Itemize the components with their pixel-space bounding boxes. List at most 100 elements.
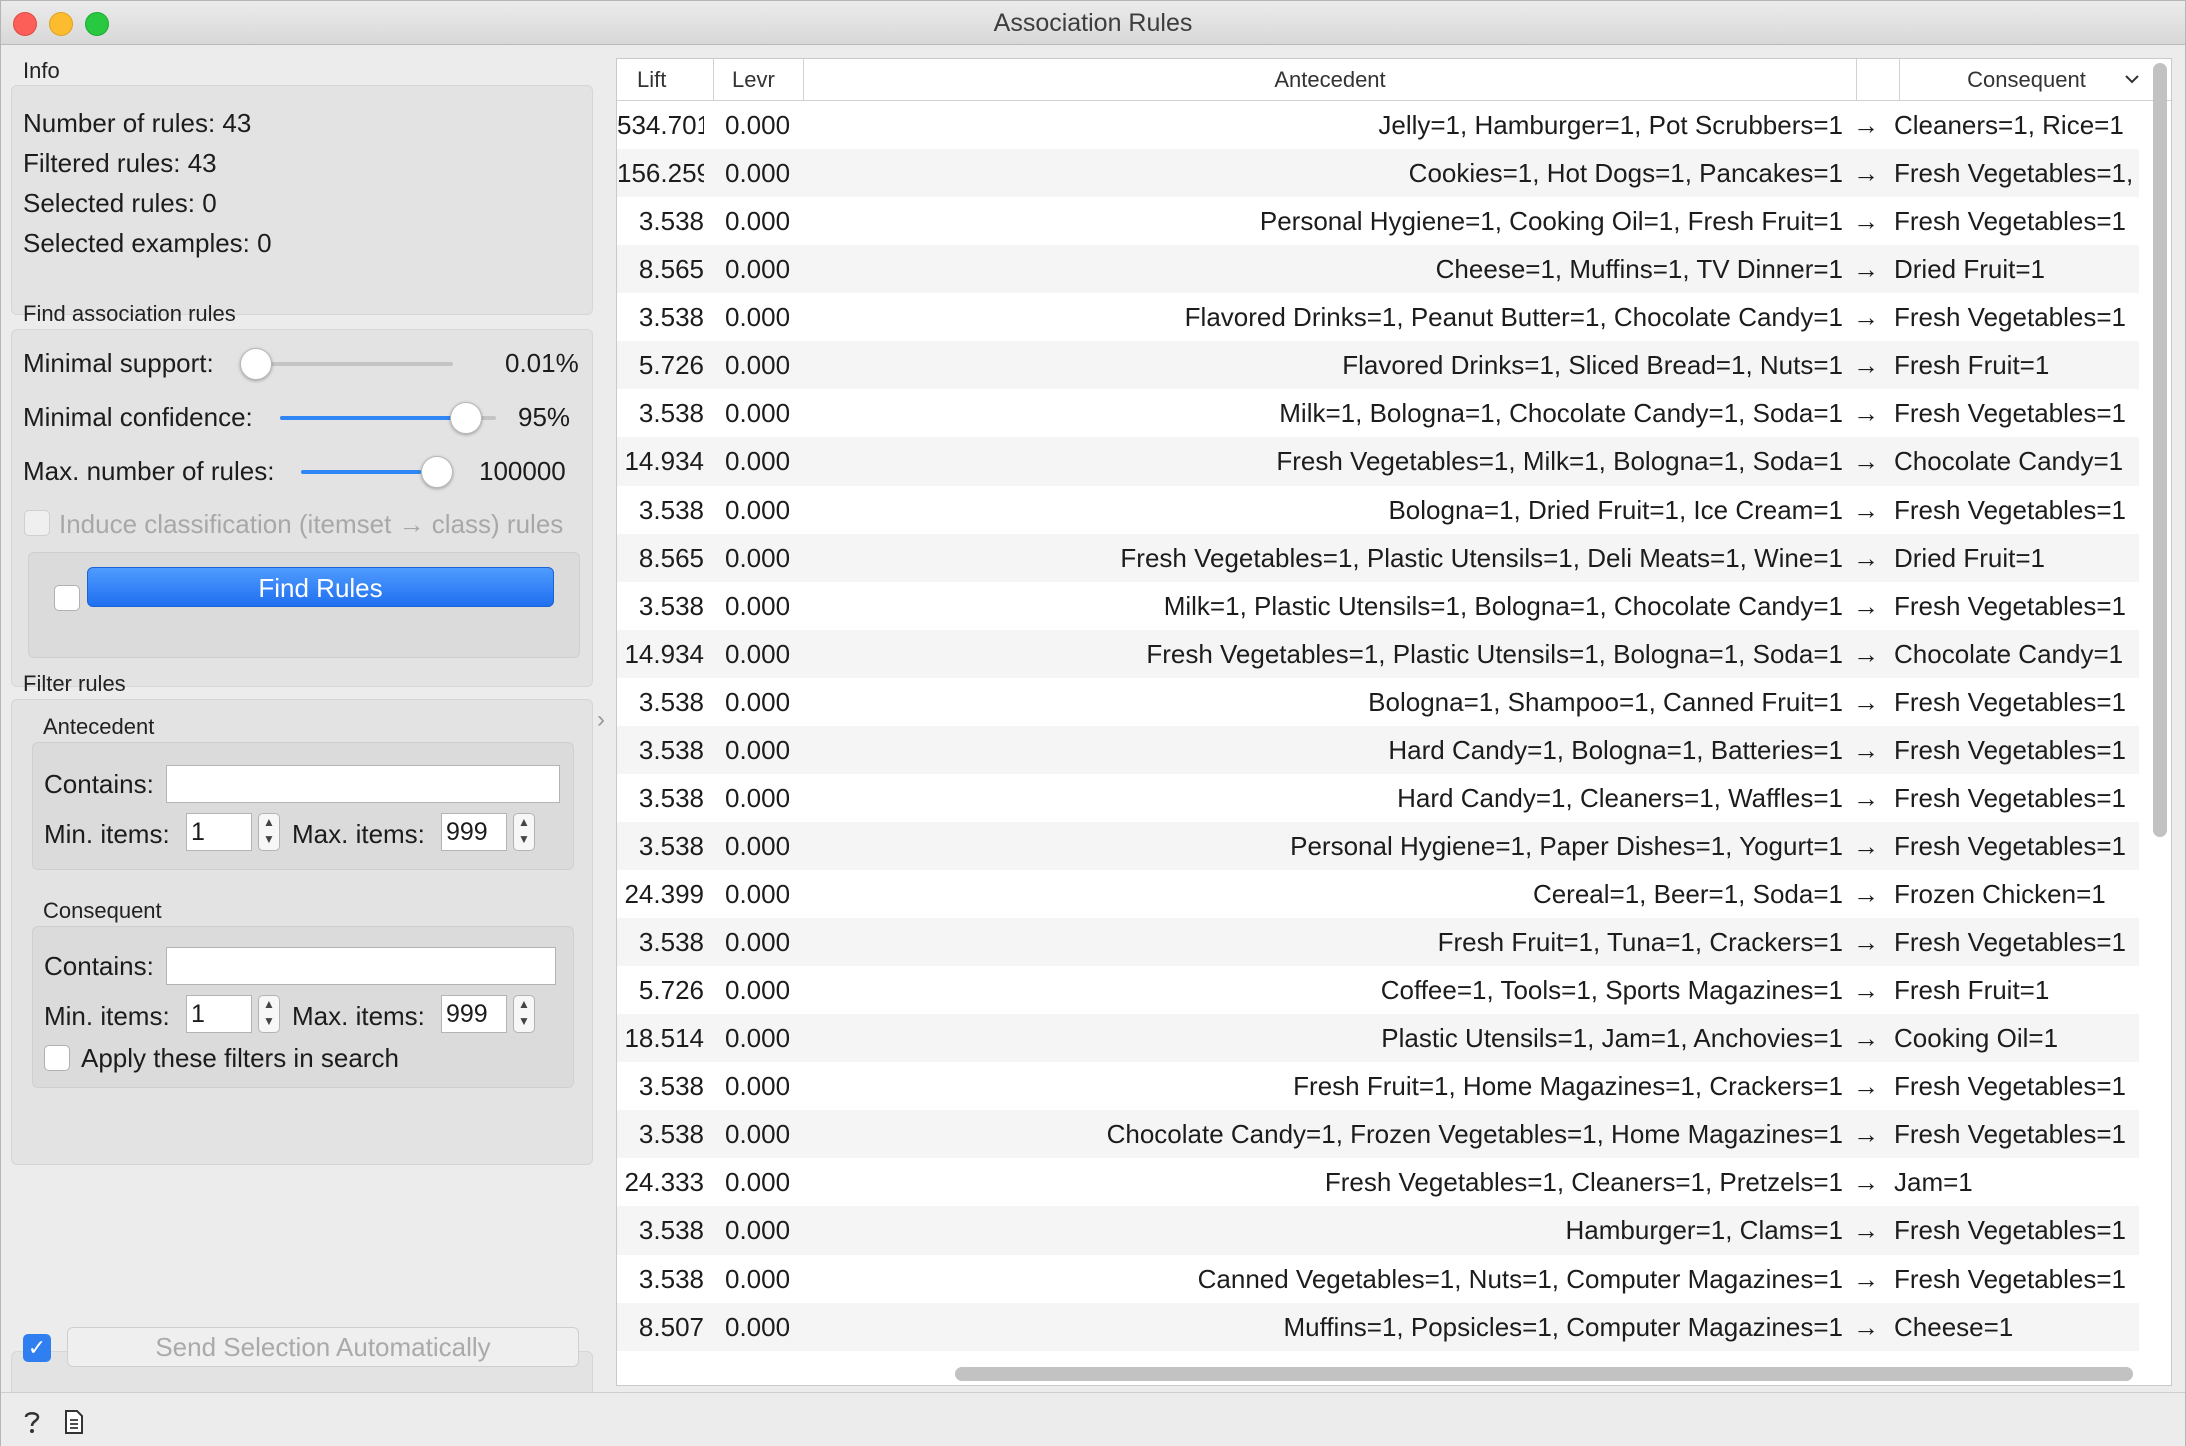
table-row[interactable]: 3.538 0.000 Fresh Fruit=1, Tuna=1, Cracker… <box>617 918 2139 967</box>
antecedent-max-input[interactable]: 999 <box>441 813 507 851</box>
apply-filters-checkbox[interactable] <box>44 1045 70 1071</box>
table-row[interactable]: 3.538 0.000 Bologna=1, Dried Fruit=1, Ice … <box>617 485 2139 534</box>
consequent-min-label: Min. items: <box>44 1001 170 1031</box>
levr-cell: 0.000 <box>725 494 791 525</box>
filtered-rules: Filtered rules: 43 <box>23 148 217 178</box>
lift-cell: 14.934 <box>624 638 704 669</box>
table-row[interactable]: 3.538 0.000 Personal Hygiene=1, Paper Dish… <box>617 821 2139 870</box>
vertical-scrollbar[interactable] <box>2153 63 2167 837</box>
find-rules-header: Find association rules <box>23 301 236 326</box>
table-row[interactable]: 14.934 0.000 Fresh Vegetables=1, Plastic U… <box>617 629 2139 678</box>
lift-cell: 3.538 <box>638 686 704 717</box>
antecedent-cell: Flavored Drinks=1, Sliced Bread=1, Nuts=… <box>1342 350 1843 381</box>
antecedent-contains-input[interactable] <box>166 765 560 803</box>
arrow-right-icon: → <box>1853 206 1879 237</box>
lift-cell: 534.701 <box>617 110 704 140</box>
antecedent-cell: Fresh Vegetables=1, Cleaners=1, Pretzels… <box>1324 1167 1843 1198</box>
levr-cell: 0.000 <box>725 1119 791 1150</box>
table-row[interactable]: 8.565 0.000 Cheese=1, Muffins=1, TV Dinner… <box>617 245 2139 294</box>
induce-classification-label: Induce classification (itemset → class) … <box>59 509 564 539</box>
find-rules-button[interactable]: Find Rules <box>87 567 554 607</box>
table-row[interactable]: 3.538 0.000 Milk=1, Plastic Utensils=1, Bo… <box>617 581 2139 630</box>
table-row[interactable]: 5.726 0.000 Flavored Drinks=1, Sliced Brea… <box>617 341 2139 390</box>
arrow-right-icon: → <box>1853 734 1879 765</box>
lift-cell: 5.726 <box>638 975 704 1006</box>
report-icon[interactable] <box>63 1409 85 1435</box>
table-row[interactable]: 3.538 0.000 Canned Vegetables=1, Nuts=1, C… <box>617 1254 2139 1303</box>
min-support-label: Minimal support: <box>23 348 214 378</box>
antecedent-cell: Bologna=1, Dried Fruit=1, Ice Cream=1 <box>1388 494 1843 525</box>
table-row[interactable]: 3.538 0.000 Milk=1, Bologna=1, Chocolate C… <box>617 389 2139 438</box>
arrow-right-icon: → <box>1853 1263 1879 1294</box>
lift-cell: 3.538 <box>638 206 704 237</box>
table-row[interactable]: 18.514 0.000 Plastic Utensils=1, Jam=1, An… <box>617 1014 2139 1063</box>
min-confidence-value: 95% <box>518 402 571 432</box>
min-support-knob[interactable] <box>240 348 272 380</box>
send-auto-checkbox[interactable]: ✓ <box>23 1334 51 1362</box>
table-row[interactable]: 3.538 0.000 Personal Hygiene=1, Cooking Oi… <box>617 197 2139 246</box>
antecedent-cell: Hamburger=1, Clams=1 <box>1565 1215 1843 1246</box>
column-arrow[interactable] <box>1857 59 1900 101</box>
table-row[interactable]: 8.565 0.000 Fresh Vegetables=1, Plastic Ut… <box>617 533 2139 582</box>
arrow-right-icon: → <box>1853 1071 1879 1102</box>
table-row[interactable]: 3.538 0.000 Fresh Fruit=1, Home Magazines=… <box>617 1062 2139 1111</box>
consequent-max-stepper[interactable]: ▲ ▼ <box>513 995 535 1033</box>
lift-cell: 3.538 <box>638 590 704 621</box>
table-row[interactable]: 3.538 0.000 Bologna=1, Shampoo=1, Canned F… <box>617 677 2139 726</box>
table-row[interactable]: 24.399 0.000 Cereal=1, Beer=1, Soda=1 → Froz… <box>617 870 2139 919</box>
antecedent-cell: Hard Candy=1, Bologna=1, Batteries=1 <box>1388 734 1843 765</box>
table-row[interactable]: 3.538 0.000 Flavored Drinks=1, Peanut Butt… <box>617 293 2139 342</box>
consequent-min-input[interactable]: 1 <box>186 995 252 1033</box>
table-row[interactable]: 5.726 0.000 Coffee=1, Tools=1, Sports Maga… <box>617 966 2139 1015</box>
window-title: Association Rules <box>993 9 1193 37</box>
table-row[interactable]: 24.333 0.000 Fresh Vegetables=1, Cleaners=… <box>617 1158 2139 1207</box>
table-row[interactable]: 3.538 0.000 Hard Candy=1, Cleaners=1, Waff… <box>617 773 2139 822</box>
lift-cell: 3.538 <box>638 494 704 525</box>
apply-filters-label: Apply these filters in search <box>81 1043 399 1073</box>
antecedent-min-stepper[interactable]: ▲ ▼ <box>258 813 280 851</box>
table-row[interactable]: 14.934 0.000 Fresh Vegetables=1, Milk=1, B… <box>617 437 2139 486</box>
table-row[interactable]: 3.538 0.000 Chocolate Candy=1, Frozen Vege… <box>617 1110 2139 1159</box>
table-body: 534.701 0.000 Jelly=1, Hamburger=1, Pot Sc… <box>617 101 2139 1351</box>
induce-classification-checkbox[interactable] <box>24 510 50 536</box>
lift-cell: 156.259 <box>617 158 704 189</box>
table-row[interactable]: 534.701 0.000 Jelly=1, Hamburger=1, Pot Sc… <box>617 101 2139 150</box>
antecedent-min-input[interactable]: 1 <box>186 813 252 851</box>
lift-cell: 3.538 <box>638 398 704 429</box>
antecedent-contains-label: Contains: <box>44 769 154 799</box>
column-levr[interactable]: Levr <box>714 59 804 101</box>
lift-cell: 3.538 <box>638 830 704 861</box>
consequent-cell: Dried Fruit=1 <box>1894 542 2045 573</box>
levr-cell: 0.000 <box>725 1071 791 1102</box>
antecedent-cell: Canned Vegetables=1, Nuts=1, Computer Ma… <box>1197 1263 1843 1294</box>
lift-cell: 3.538 <box>638 927 704 958</box>
antecedent-max-stepper[interactable]: ▲ ▼ <box>513 813 535 851</box>
table-row[interactable]: 8.507 0.000 Muffins=1, Popsicles=1, Comput… <box>617 1302 2139 1351</box>
antecedent-cell: Plastic Utensils=1, Jam=1, Anchovies=1 <box>1381 1023 1843 1054</box>
column-lift[interactable]: Lift <box>617 59 714 101</box>
horizontal-scrollbar[interactable] <box>955 1367 2133 1381</box>
table-row[interactable]: 156.259 0.000 Cookies=1, Hot Dogs=1, Panca… <box>617 149 2139 198</box>
min-support-slider[interactable] <box>247 362 453 366</box>
help-icon[interactable] <box>21 1409 43 1435</box>
antecedent-cell: Cheese=1, Muffins=1, TV Dinner=1 <box>1435 254 1843 285</box>
table-row[interactable]: 3.538 0.000 Hard Candy=1, Bologna=1, Batte… <box>617 725 2139 774</box>
send-selection-button[interactable]: Send Selection Automatically <box>67 1327 579 1367</box>
antecedent-filter-header: Antecedent <box>43 714 155 739</box>
lift-cell: 3.538 <box>638 1215 704 1246</box>
column-consequent[interactable]: Consequent <box>1900 59 2153 101</box>
consequent-contains-input[interactable] <box>166 947 556 985</box>
chevron-right-icon[interactable]: › <box>597 706 605 734</box>
consequent-cell: Fresh Vegetables=1 <box>1894 1119 2126 1150</box>
column-antecedent[interactable]: Antecedent <box>804 59 1857 101</box>
levr-cell: 0.000 <box>725 830 791 861</box>
auto-find-checkbox[interactable] <box>54 585 80 611</box>
arrow-right-icon: → <box>1853 1167 1879 1198</box>
table-row[interactable]: 3.538 0.000 Hamburger=1, Clams=1 → Fresh Veg… <box>617 1206 2139 1255</box>
min-confidence-knob[interactable] <box>450 402 482 434</box>
find-rules-box: Minimal support: 0.01% Minimal confidenc… <box>11 329 593 687</box>
max-rules-knob[interactable] <box>421 456 453 488</box>
lift-cell: 3.538 <box>638 1263 704 1294</box>
consequent-max-input[interactable]: 999 <box>441 995 507 1033</box>
consequent-min-stepper[interactable]: ▲ ▼ <box>258 995 280 1033</box>
